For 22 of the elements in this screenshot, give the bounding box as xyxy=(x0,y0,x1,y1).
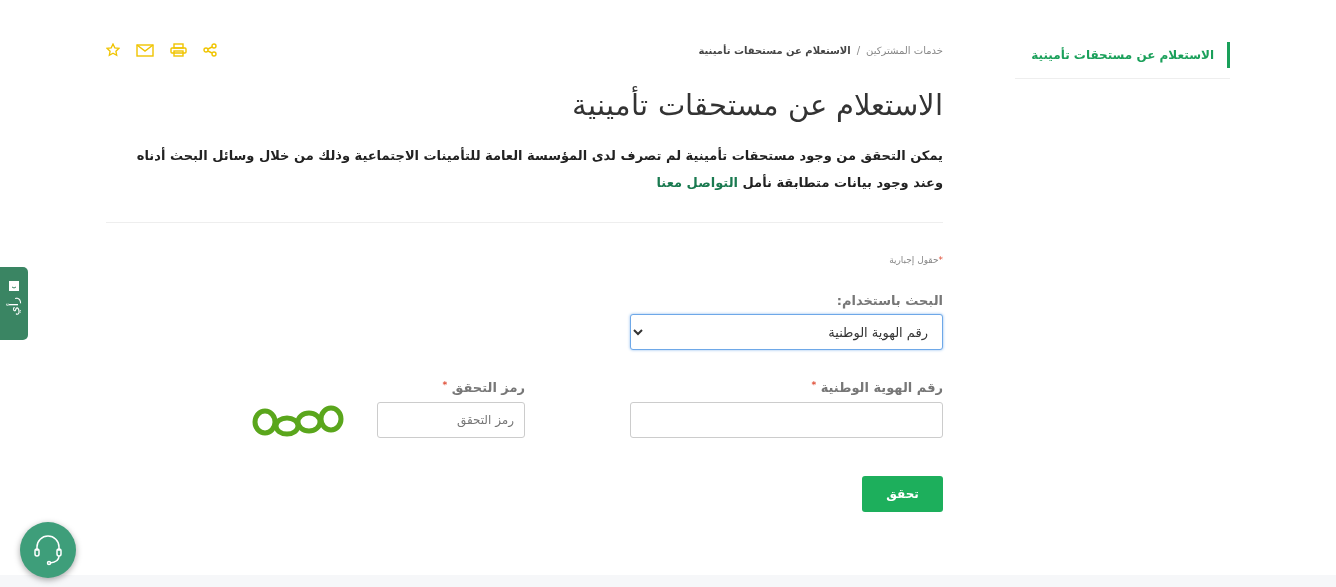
verify-button[interactable]: تحقق xyxy=(862,476,943,512)
support-button[interactable] xyxy=(20,522,76,578)
contact-link[interactable]: التواصل معنا xyxy=(656,175,738,190)
share-icon[interactable] xyxy=(203,43,217,57)
print-icon[interactable] xyxy=(170,43,187,57)
id-number-input[interactable] xyxy=(630,402,943,438)
field-label: البحث باستخدام: xyxy=(836,293,943,308)
breadcrumb-link[interactable]: الاستعلام عن مستحقات تأمينية xyxy=(698,44,851,56)
headset-icon xyxy=(33,534,63,566)
breadcrumb-link[interactable]: خدمات المشتركين xyxy=(866,44,943,56)
field-label: رقم الهوية الوطنية * xyxy=(811,380,943,395)
description-text: يمكن التحقق من وجود مستحقات تأمينية لم تصرف لدى المؤسسة العامة للتأمينات الاجتماعية وذلك من خلال وسائل البحث أدناه وعند وجود بيانات متطابقة نأمل التواصل معنا xyxy=(135,146,943,192)
breadcrumb-separator: / xyxy=(856,44,861,56)
page-title: الاستعلام عن مستحقات تأمينية xyxy=(571,88,943,122)
sidebar-item[interactable]: الاستعلام عن مستحقات تأمينية xyxy=(1015,42,1230,68)
mail-icon[interactable] xyxy=(136,43,154,57)
feedback-tab[interactable]: رأي xyxy=(0,267,28,340)
star-icon[interactable] xyxy=(106,43,120,57)
search-type-select[interactable]: رقم الهوية الوطنية xyxy=(630,314,943,350)
captcha-input[interactable]: رمز التحقق xyxy=(377,402,525,438)
field-label: رمز التحقق * xyxy=(442,380,525,395)
required-note: * حقول إجبارية xyxy=(888,255,943,265)
